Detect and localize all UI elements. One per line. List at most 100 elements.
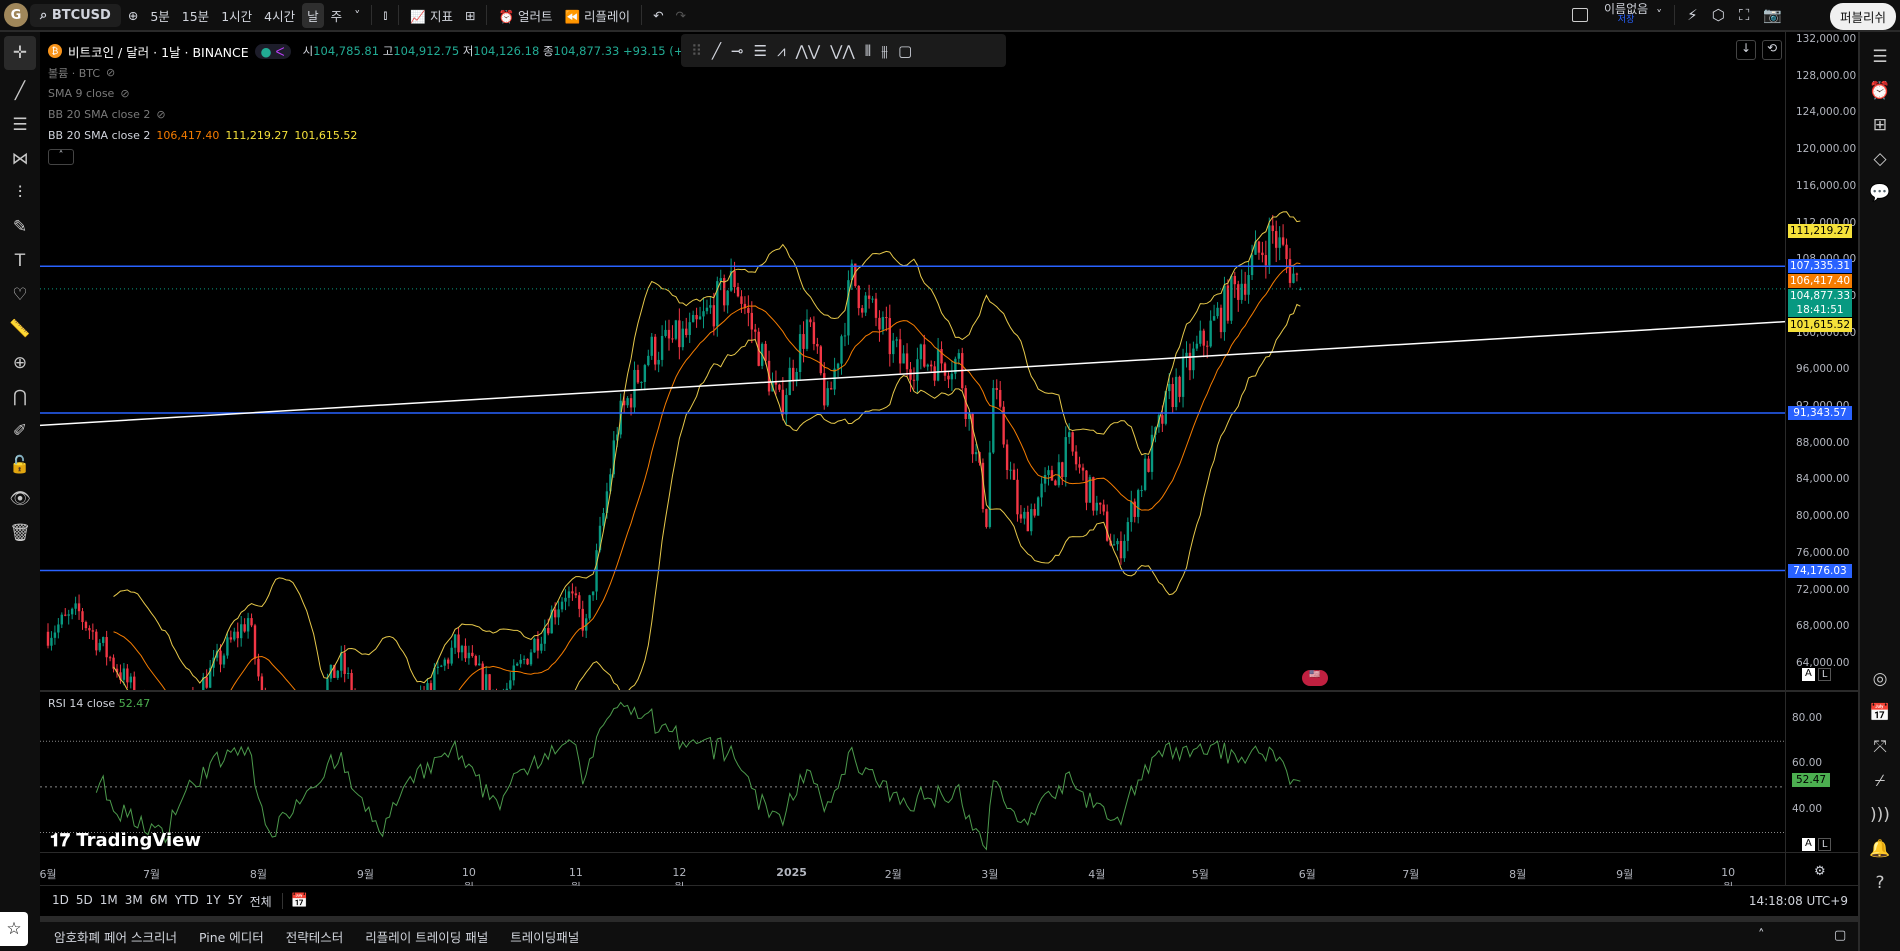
- favorites-star-icon[interactable]: ☆: [0, 912, 28, 946]
- goto-date-calendar-icon[interactable]: 📅: [281, 893, 308, 909]
- regression-icon[interactable]: ⫵: [881, 42, 888, 60]
- help-icon[interactable]: ?: [1860, 866, 1900, 900]
- ruler-icon[interactable]: 📏: [0, 312, 40, 346]
- interval-15m[interactable]: 15분: [177, 3, 214, 28]
- calendar-icon[interactable]: 📅: [1860, 696, 1900, 730]
- redo-icon[interactable]: ↷: [671, 5, 691, 26]
- templates-grid-icon[interactable]: ⊞: [460, 5, 480, 26]
- settings-gear-icon[interactable]: ⬡: [1712, 6, 1725, 24]
- collapse-legend-chevron-up-icon[interactable]: ˄: [48, 149, 74, 165]
- object-tree-icon[interactable]: ⊞: [1860, 108, 1900, 142]
- lock-drawing-icon[interactable]: ✐: [0, 414, 40, 448]
- range-button-1D[interactable]: 1D: [52, 893, 69, 910]
- auto-scale-button[interactable]: A: [1802, 668, 1815, 681]
- bb-hidden-indicator-legend[interactable]: BB 20 SMA close 2 ⊘: [48, 104, 691, 125]
- bb-indicator-legend[interactable]: BB 20 SMA close 2 106,417.40 111,219.27 101…: [48, 125, 691, 146]
- candle-type-icon[interactable]: ⫾: [378, 4, 392, 26]
- reset-scale-icon[interactable]: ⟲: [1762, 40, 1782, 60]
- range-button-1M[interactable]: 1M: [100, 893, 118, 910]
- stream-icon[interactable]: ))): [1860, 798, 1900, 832]
- scroll-down-arrow-icon[interactable]: ↓: [1736, 40, 1756, 60]
- layout-chevron-down-icon[interactable]: ˅: [1656, 8, 1662, 22]
- zoom-in-icon[interactable]: ⊕: [0, 346, 40, 380]
- symbol-search[interactable]: ⌕ BTCUSD: [30, 3, 121, 27]
- visibility-eye-icon[interactable]: 👁: [0, 482, 40, 516]
- brush-tool-icon[interactable]: ✎: [0, 210, 40, 244]
- undo-icon[interactable]: ↶: [648, 5, 668, 26]
- layers-icon[interactable]: ◇: [1860, 142, 1900, 176]
- interval-1h[interactable]: 1시간: [216, 3, 257, 28]
- interval-chevron-down-icon[interactable]: ˅: [349, 5, 365, 26]
- user-avatar[interactable]: G: [4, 3, 28, 27]
- auto-scale-button[interactable]: A: [1802, 838, 1815, 851]
- volume-indicator-legend[interactable]: 볼륨 · BTC ⊘: [48, 62, 691, 83]
- heart-icon[interactable]: ♡: [0, 278, 40, 312]
- trendline-icon[interactable]: ╱: [712, 42, 721, 60]
- pattern-icon[interactable]: ⩘: [777, 42, 785, 60]
- rectangle-icon[interactable]: ▢: [898, 42, 912, 60]
- maximize-panel-icon[interactable]: ▢: [1834, 928, 1846, 943]
- horizontal-ray-icon[interactable]: ⊸: [731, 42, 744, 60]
- magnet-icon[interactable]: ⋂: [0, 380, 40, 414]
- interval-1w[interactable]: 주: [326, 3, 348, 28]
- us-flag-event-icon[interactable]: 🇺🇸: [1302, 670, 1328, 686]
- interval-5m[interactable]: 5분: [145, 3, 174, 28]
- indicators-button[interactable]: 📈 지표: [405, 3, 458, 28]
- alert-button[interactable]: ⏰ 얼러트: [493, 3, 557, 28]
- bottom-tab-1[interactable]: Pine 에디터: [199, 927, 264, 946]
- interval-4h[interactable]: 4시간: [259, 3, 300, 28]
- log-scale-button[interactable]: L: [1817, 838, 1832, 851]
- chat-icon[interactable]: 💬: [1860, 176, 1900, 210]
- range-button-5D[interactable]: 5D: [76, 893, 93, 910]
- pine-icon[interactable]: ⌿: [1860, 764, 1900, 798]
- sma-indicator-legend[interactable]: SMA 9 close ⊘: [48, 83, 691, 104]
- text-tool-icon[interactable]: T: [0, 244, 40, 278]
- multi-layout-icon[interactable]: [1572, 8, 1588, 22]
- range-button-3M[interactable]: 3M: [125, 893, 143, 910]
- hidden-eye-icon[interactable]: ⊘: [120, 87, 129, 100]
- rsi-legend[interactable]: RSI 14 close 52.47: [48, 697, 150, 710]
- trash-icon[interactable]: 🗑: [0, 516, 40, 550]
- time-axis-settings-gear-icon[interactable]: ⚙: [1814, 864, 1826, 879]
- watchlist-icon[interactable]: ☰: [1860, 40, 1900, 74]
- layout-name-button[interactable]: 이름없음 저장: [1604, 3, 1648, 26]
- publish-button[interactable]: 퍼블리쉬: [1829, 3, 1896, 30]
- fib-tool-icon[interactable]: ☰: [0, 108, 40, 142]
- interval-1d[interactable]: 날: [302, 2, 324, 28]
- abcd-pattern-icon[interactable]: ⋁⋀: [830, 42, 855, 60]
- bottom-tab-0[interactable]: 암호화폐 페어 스크리너: [54, 927, 177, 946]
- range-button-5Y[interactable]: 5Y: [228, 893, 243, 910]
- bottom-tab-2[interactable]: 전략테스터: [286, 927, 344, 946]
- drag-handle-icon[interactable]: ⠿: [691, 42, 702, 60]
- range-button-전체[interactable]: 전체: [250, 893, 272, 910]
- bottom-tab-4[interactable]: 트레이딩패널: [510, 927, 579, 946]
- add-symbol-icon[interactable]: ⊕: [123, 5, 143, 26]
- bottom-tab-3[interactable]: 리플레이 트레이딩 패널: [365, 927, 488, 946]
- quick-search-icon[interactable]: ⚡: [1687, 6, 1698, 24]
- fib-retracement-icon[interactable]: ☰: [754, 42, 767, 60]
- hidden-eye-icon[interactable]: ⊘: [156, 108, 165, 121]
- symbol-title[interactable]: 비트코인 / 달러 · 1날 · BINANCE: [68, 42, 249, 61]
- range-button-6M[interactable]: 6M: [150, 893, 168, 910]
- crosshair-icon[interactable]: ✛: [4, 36, 36, 70]
- screenshot-camera-icon[interactable]: 📷: [1763, 6, 1782, 24]
- range-button-YTD[interactable]: YTD: [175, 893, 199, 910]
- ideas-icon[interactable]: ⤧: [1860, 730, 1900, 764]
- fullscreen-icon[interactable]: ⛶: [1739, 6, 1750, 24]
- collapse-panel-chevron-up-icon[interactable]: ˄: [1758, 928, 1765, 943]
- log-scale-button[interactable]: L: [1817, 668, 1832, 681]
- status-icon[interactable]: ● ᐸ: [254, 43, 291, 59]
- clock[interactable]: 14:18:08 UTC+9: [1749, 894, 1848, 908]
- trendline-tool-icon[interactable]: ╱: [0, 74, 40, 108]
- notifications-bell-icon[interactable]: 🔔: [1860, 832, 1900, 866]
- replay-button[interactable]: ⏪ 리플레이: [560, 3, 636, 28]
- hidden-eye-icon[interactable]: ⊘: [106, 66, 115, 79]
- alarm-clock-icon[interactable]: ⏰: [1860, 74, 1900, 108]
- range-button-1Y[interactable]: 1Y: [206, 893, 221, 910]
- lock-icon[interactable]: 🔓: [0, 448, 40, 482]
- parallel-channel-icon[interactable]: ⫴: [865, 42, 871, 60]
- forecast-tool-icon[interactable]: ⫶: [0, 176, 40, 210]
- target-icon[interactable]: ◎: [1860, 662, 1900, 696]
- elliott-wave-icon[interactable]: ⋀⋁: [796, 42, 821, 60]
- pattern-tool-icon[interactable]: ⋈: [0, 142, 40, 176]
